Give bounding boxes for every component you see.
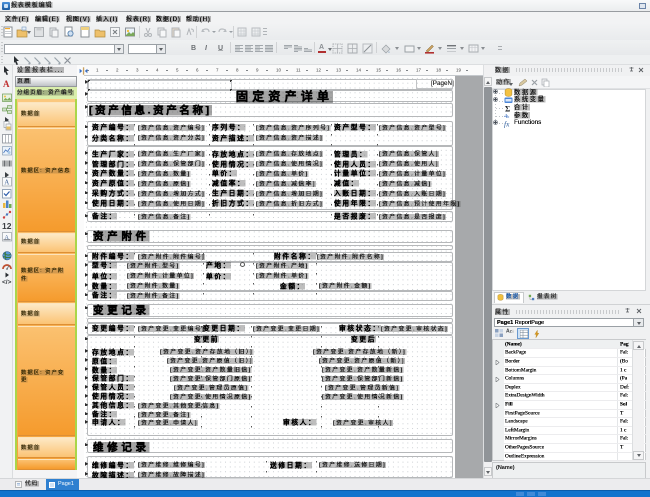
svg-text:A: A xyxy=(4,179,9,187)
svg-text:</>: </> xyxy=(2,279,12,286)
svg-text:A: A xyxy=(3,79,10,89)
svg-text:12: 12 xyxy=(2,221,12,231)
svg-text:fx: fx xyxy=(504,119,510,128)
